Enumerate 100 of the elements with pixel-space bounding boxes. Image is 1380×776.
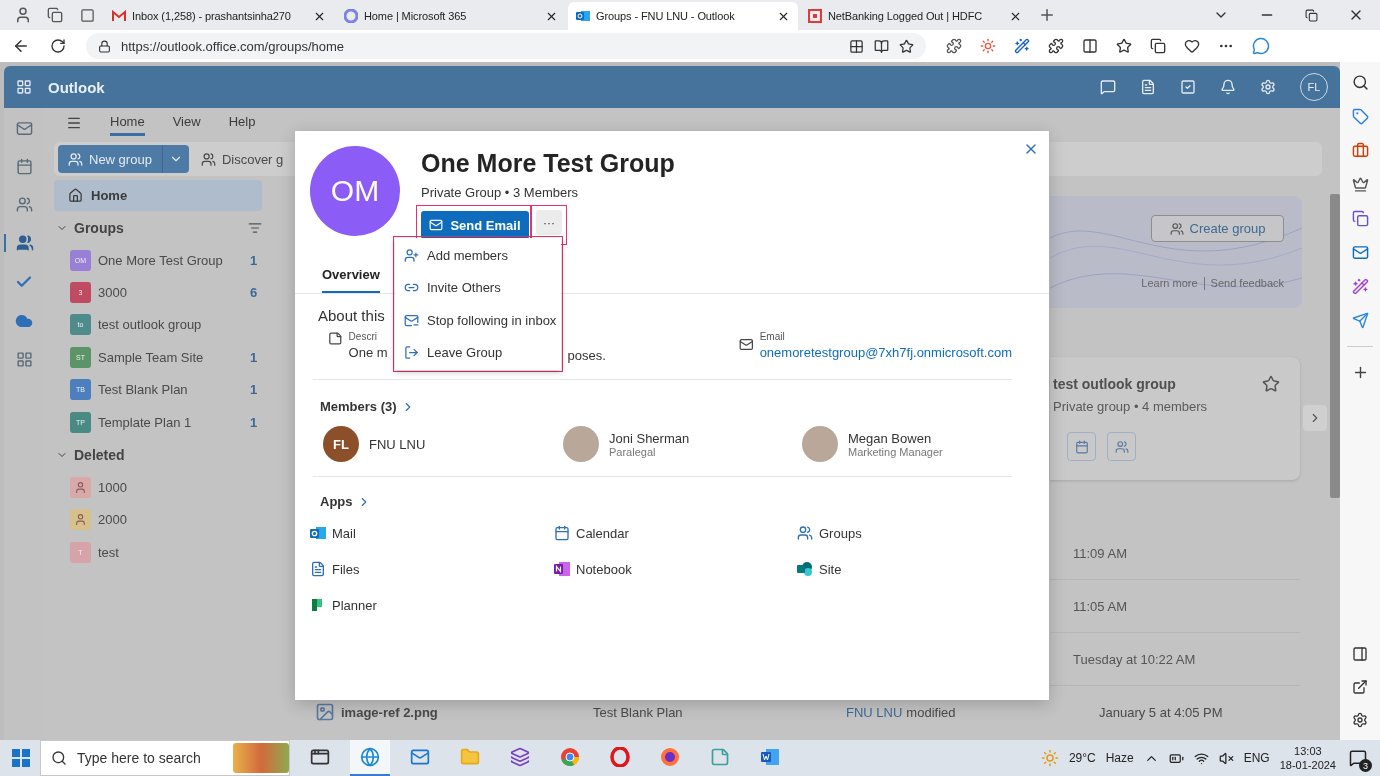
menu-item[interactable]: Add members (395, 239, 561, 272)
mail-icon[interactable] (1351, 244, 1369, 261)
app-link[interactable]: Mail (310, 515, 554, 551)
group-subtitle: Private Group • 3 Members (421, 185, 579, 200)
favorites-icon[interactable] (1116, 38, 1132, 54)
time-cell: January 5 at 4:05 PM (1099, 704, 1223, 720)
calendar-icon[interactable] (15, 158, 33, 175)
tab-actions-icon[interactable] (79, 7, 95, 23)
member-name[interactable]: Megan Bowen (848, 430, 943, 446)
app-link[interactable]: Notebook (554, 551, 797, 587)
notifications-icon[interactable] (1349, 749, 1367, 767)
menu-item[interactable]: Invite Others (395, 271, 561, 304)
star-icon (1262, 375, 1280, 393)
discover-button[interactable]: Discover g (196, 151, 288, 167)
collections-icon[interactable] (1150, 38, 1166, 54)
paper-plane-icon[interactable] (1351, 312, 1369, 329)
mail-icon (410, 747, 430, 767)
workspaces-icon[interactable] (47, 7, 63, 23)
ribbon-tab[interactable]: View (172, 110, 201, 136)
tasks-icon[interactable] (1180, 79, 1196, 95)
app-link[interactable]: Site (797, 551, 997, 587)
ribbon-tab[interactable]: Home (110, 110, 145, 136)
apps-link[interactable]: Apps (320, 494, 371, 509)
nav-item[interactable]: 2000 (54, 503, 262, 537)
section-header[interactable]: Deleted (54, 438, 262, 472)
clock-time: 13:03 (1294, 744, 1322, 758)
section-header[interactable]: Groups (54, 211, 262, 244)
toolbox-icon[interactable] (1351, 142, 1369, 159)
back-icon[interactable] (12, 37, 30, 55)
browser-icon (360, 747, 380, 767)
browser-tab[interactable]: Groups - FNU LNU - Outlook (568, 2, 798, 30)
menu-icon[interactable] (66, 115, 82, 131)
bell-icon[interactable] (1220, 79, 1236, 95)
extension-icon[interactable] (1014, 38, 1030, 54)
network-icon[interactable] (1193, 750, 1209, 766)
app-link[interactable]: Calendar (554, 515, 797, 551)
chat-icon[interactable] (1100, 79, 1116, 95)
app-link[interactable]: Files (310, 551, 554, 587)
cloud-icon[interactable] (15, 312, 33, 330)
add-person-icon (404, 247, 419, 263)
address-field[interactable]: https://outlook.office.com/groups/home (86, 33, 926, 59)
app-link[interactable]: Groups (797, 515, 997, 551)
restore-icon[interactable] (1305, 8, 1318, 22)
mail-icon[interactable] (15, 120, 33, 137)
members-link[interactable]: Members (3) (320, 399, 415, 414)
member-name[interactable]: Joni Sherman (609, 430, 690, 446)
external-link-icon[interactable] (1352, 679, 1368, 695)
profile-icon[interactable] (14, 6, 32, 24)
send-email-button[interactable]: Send Email (421, 211, 529, 239)
search-field[interactable]: Type here to search (40, 740, 290, 776)
refresh-icon[interactable] (50, 38, 66, 54)
menu-item[interactable]: Leave Group (395, 336, 561, 369)
split-screen-icon[interactable] (1082, 38, 1098, 54)
sidebar-icon[interactable] (1352, 646, 1368, 662)
mail-icon (404, 312, 419, 328)
document-app-icon (760, 747, 780, 767)
apps-icon[interactable] (849, 38, 864, 54)
new-tab-icon[interactable] (1038, 6, 1056, 24)
people-icon (1114, 439, 1129, 454)
bank-icon (808, 9, 822, 23)
app-launcher-icon[interactable] (16, 79, 32, 95)
app-link[interactable]: Planner (310, 587, 554, 623)
people-icon[interactable] (15, 196, 33, 213)
group-title: One More Test Group (421, 149, 675, 178)
browser-tab[interactable]: NetBanking Logged Out | HDFC (800, 2, 1030, 30)
ribbon-tab[interactable]: Help (228, 110, 256, 136)
menu-item[interactable]: Stop following in inbox (395, 304, 561, 337)
settings-icon[interactable] (1352, 712, 1368, 728)
member-name[interactable]: FNU LNU (369, 436, 426, 452)
extension-icon[interactable] (946, 38, 962, 54)
app-icon[interactable] (1351, 210, 1369, 227)
scrollbar-thumb[interactable] (1330, 194, 1340, 498)
wand-icon[interactable] (1351, 278, 1369, 295)
logo-icon (344, 9, 358, 23)
language-indicator[interactable]: ENG (1243, 751, 1270, 765)
mail-app-icon (310, 525, 326, 541)
filter-icon[interactable] (248, 220, 262, 235)
groups-icon[interactable] (16, 234, 34, 252)
favorite-icon[interactable] (899, 38, 914, 54)
notebook-app-icon (554, 561, 570, 577)
photo-placeholder (802, 426, 838, 462)
start-icon[interactable] (12, 749, 30, 767)
dialog-tab[interactable]: Overview (322, 263, 380, 293)
mute-icon[interactable] (1218, 750, 1234, 766)
calendar-icon (1074, 439, 1089, 454)
email-link[interactable]: onemoretestgroup@7xh7fj.onmicrosoft.com (759, 345, 1012, 360)
tag-icon[interactable] (1351, 108, 1369, 125)
browser-tab[interactable]: Home | Microsoft 365 (336, 2, 566, 30)
note-icon (328, 331, 343, 346)
clock-date: 18-01-2024 (1279, 758, 1336, 772)
nav-item[interactable]: 1000 (54, 471, 262, 504)
people-icon (797, 525, 813, 541)
nav-home-item[interactable]: Home (54, 180, 262, 211)
note-icon[interactable] (1140, 79, 1156, 95)
more-button[interactable]: ··· (536, 210, 562, 235)
browser-tab[interactable]: Inbox (1,258) - prashantsinha270 (104, 2, 334, 30)
search-icon[interactable] (1351, 74, 1369, 91)
document-icon (310, 561, 326, 577)
extensions-icon[interactable] (1048, 38, 1064, 54)
extension-icon[interactable] (980, 38, 996, 54)
